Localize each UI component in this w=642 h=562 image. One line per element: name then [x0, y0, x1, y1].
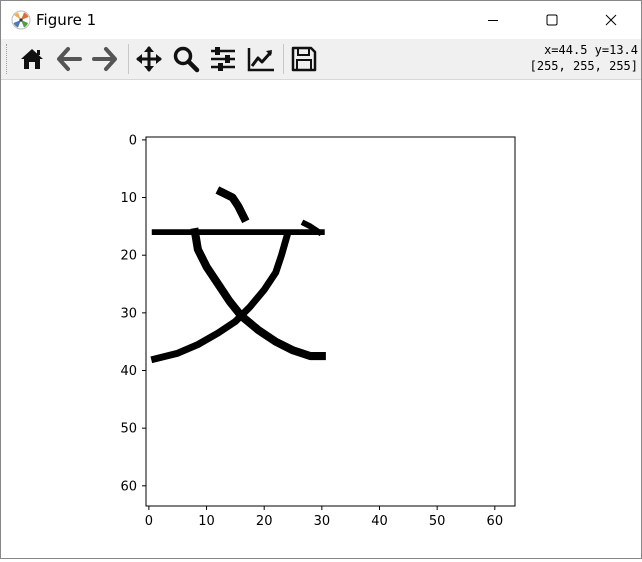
x-tick-label: 30 — [314, 514, 331, 529]
sliders-icon — [211, 47, 235, 71]
cursor-readout: x=44.5 y=13.4 [255, 255, 255] — [530, 42, 638, 74]
customize-button[interactable] — [244, 43, 278, 75]
close-button[interactable] — [588, 1, 634, 39]
y-tick-label: 20 — [120, 249, 137, 264]
y-tick-label: 50 — [120, 422, 137, 437]
figure-window: Figure 1 x=44.5 y=13.4 [255, 255, 255] 0… — [0, 0, 642, 559]
maximize-icon — [546, 14, 558, 26]
figure-canvas[interactable]: 0 10 20 30 40 50 60 0 10 20 30 40 50 60 — [1, 80, 641, 558]
y-tick-label: 30 — [120, 306, 137, 321]
toolbar-grip[interactable] — [6, 44, 10, 74]
y-tick-label: 60 — [120, 479, 137, 494]
x-axis: 0 10 20 30 40 50 60 — [145, 506, 503, 529]
cursor-coordinates: x=44.5 y=13.4 — [544, 43, 638, 57]
zoom-button[interactable] — [169, 43, 203, 75]
save-button[interactable] — [287, 43, 321, 75]
toolbar-separator — [128, 44, 129, 74]
title-bar[interactable]: Figure 1 — [1, 1, 641, 39]
y-tick-label: 40 — [120, 364, 137, 379]
navigation-toolbar: x=44.5 y=13.4 [255, 255, 255] — [1, 39, 641, 80]
magnifier-icon — [173, 46, 200, 73]
home-button[interactable] — [15, 43, 49, 75]
x-tick-label: 60 — [487, 514, 504, 529]
floppy-disk-icon — [291, 46, 317, 72]
move-icon — [136, 46, 162, 72]
arrow-right-icon — [92, 47, 117, 71]
toolbar-separator — [283, 44, 284, 74]
x-tick-label: 0 — [145, 514, 153, 529]
x-tick-label: 20 — [256, 514, 273, 529]
x-tick-label: 40 — [371, 514, 388, 529]
maximize-button[interactable] — [529, 1, 575, 39]
x-tick-label: 50 — [429, 514, 446, 529]
image-data — [146, 137, 515, 506]
matplotlib-icon — [11, 10, 31, 30]
y-axis: 0 10 20 30 40 50 60 — [120, 133, 146, 494]
y-tick-label: 10 — [120, 191, 137, 206]
image-plot[interactable]: 0 10 20 30 40 50 60 0 10 20 30 40 50 60 — [1, 80, 641, 558]
minimize-icon — [488, 20, 498, 21]
pixel-value: [255, 255, 255] — [529, 59, 638, 73]
image-background — [146, 137, 515, 506]
line-chart-icon — [247, 48, 274, 72]
pan-button[interactable] — [132, 43, 166, 75]
back-button[interactable] — [52, 43, 86, 75]
home-icon — [21, 49, 43, 69]
x-tick-label: 10 — [198, 514, 215, 529]
y-tick-label: 0 — [129, 133, 137, 148]
window-title: Figure 1 — [36, 11, 97, 29]
forward-button[interactable] — [88, 43, 122, 75]
minimize-button[interactable] — [470, 1, 516, 39]
arrow-left-icon — [57, 47, 82, 71]
subplots-button[interactable] — [206, 43, 240, 75]
close-icon — [605, 14, 617, 26]
